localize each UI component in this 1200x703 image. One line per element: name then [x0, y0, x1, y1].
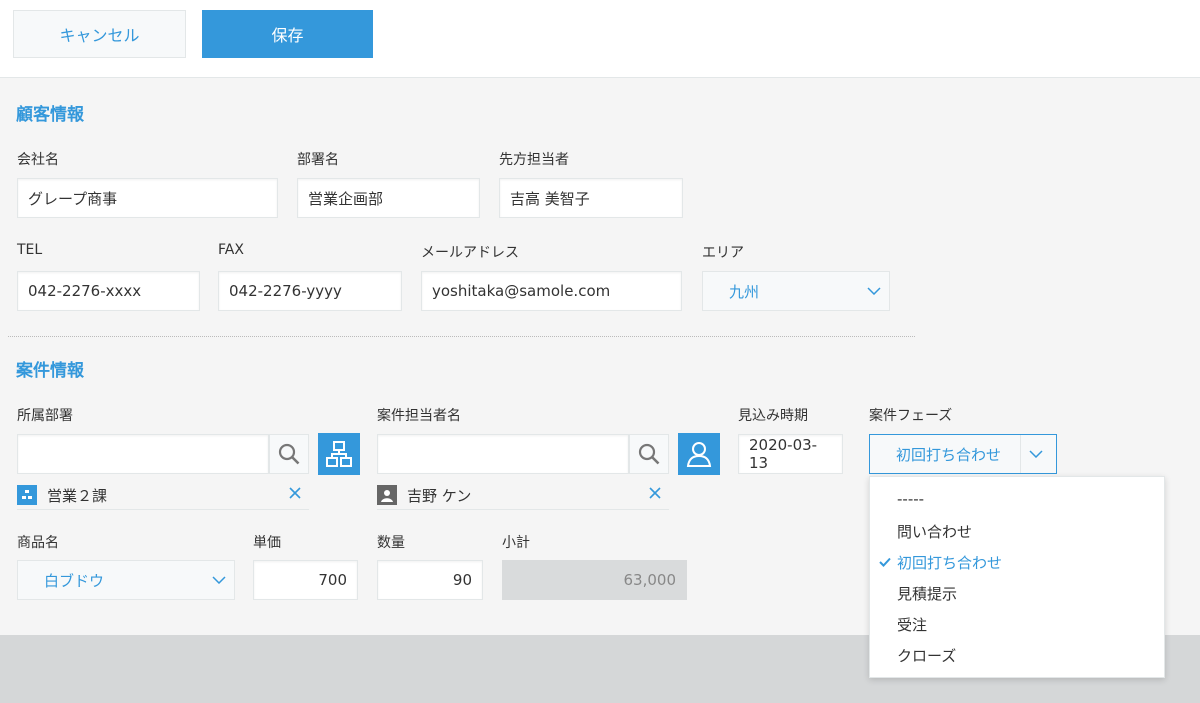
contact-label: 先方担当者	[499, 152, 569, 168]
email-input[interactable]: yoshitaka@samole.com	[421, 271, 682, 311]
product-label: 商品名	[17, 535, 59, 551]
save-button[interactable]: 保存	[202, 10, 373, 58]
phase-dropdown-menu: ----- 問い合わせ 初回打ち合わせ 見積提示 受注 クローズ	[869, 476, 1165, 678]
owner-select-button[interactable]	[678, 433, 720, 475]
department-label: 部署名	[297, 152, 339, 168]
fax-input[interactable]: 042-2276-yyyy	[218, 271, 402, 311]
phase-select[interactable]: 初回打ち合わせ	[869, 434, 1057, 474]
org-chip-label: 営業２課	[47, 486, 108, 505]
tel-label: TEL	[17, 242, 43, 258]
search-icon	[278, 443, 300, 465]
phase-option-close[interactable]: クローズ	[897, 645, 956, 666]
expected-date-label: 見込み時期	[738, 408, 808, 424]
subtotal-value: 63,000	[502, 560, 687, 600]
org-select-button[interactable]	[318, 433, 360, 475]
tel-input[interactable]: 042-2276-xxxx	[17, 271, 200, 311]
area-select[interactable]: 九州	[702, 271, 890, 311]
cancel-button[interactable]: キャンセル	[13, 10, 186, 58]
quantity-label: 数量	[377, 535, 405, 551]
phase-label: 案件フェーズ	[869, 408, 953, 424]
quantity-input[interactable]: 90	[377, 560, 483, 600]
org-search-input[interactable]	[17, 434, 269, 474]
org-tree-icon	[326, 441, 352, 467]
check-icon	[879, 557, 891, 567]
expected-date-input[interactable]: 2020-03-13	[738, 434, 843, 474]
owner-chip-label: 吉野 ケン	[407, 486, 472, 505]
area-select-value: 九州	[729, 282, 760, 301]
contact-input[interactable]: 吉高 美智子	[499, 178, 683, 218]
unit-price-input[interactable]: 700	[253, 560, 358, 600]
org-chip-icon	[17, 485, 37, 505]
phase-option-inquiry[interactable]: 問い合わせ	[897, 521, 972, 542]
owner-chip: 吉野 ケン	[377, 481, 669, 510]
section-divider	[8, 336, 915, 337]
user-avatar-icon	[377, 485, 397, 505]
phase-option-order[interactable]: 受注	[897, 614, 927, 635]
search-icon	[638, 443, 660, 465]
product-select[interactable]: 白ブドウ	[17, 560, 235, 600]
area-label: エリア	[702, 245, 744, 261]
user-icon	[686, 442, 712, 467]
org-chip: 営業２課	[17, 481, 309, 510]
phase-option-first-meeting[interactable]: 初回打ち合わせ	[897, 552, 1002, 573]
chevron-down-icon	[204, 576, 234, 584]
org-label: 所属部署	[17, 408, 73, 424]
company-input[interactable]: グレープ商事	[17, 178, 278, 218]
phase-select-value: 初回打ち合わせ	[896, 445, 1002, 464]
org-search-button[interactable]	[269, 434, 309, 474]
owner-search-input[interactable]	[377, 434, 629, 474]
deal-section-title: 案件情報	[16, 361, 84, 381]
toolbar: キャンセル 保存	[0, 0, 1200, 78]
owner-label: 案件担当者名	[377, 408, 461, 424]
owner-search-button[interactable]	[629, 434, 669, 474]
customer-section-title: 顧客情報	[16, 105, 84, 125]
unit-price-label: 単価	[253, 535, 281, 551]
email-label: メールアドレス	[421, 245, 519, 261]
product-select-value: 白ブドウ	[44, 571, 105, 590]
chevron-down-icon	[859, 287, 889, 295]
close-icon[interactable]	[287, 485, 303, 501]
phase-option-none[interactable]: -----	[897, 490, 924, 508]
close-icon[interactable]	[647, 485, 663, 501]
company-label: 会社名	[17, 152, 59, 168]
chevron-down-icon	[1020, 435, 1051, 473]
fax-label: FAX	[218, 242, 244, 258]
subtotal-label: 小計	[502, 535, 530, 551]
department-input[interactable]: 営業企画部	[297, 178, 480, 218]
phase-option-quote[interactable]: 見積提示	[897, 583, 957, 604]
